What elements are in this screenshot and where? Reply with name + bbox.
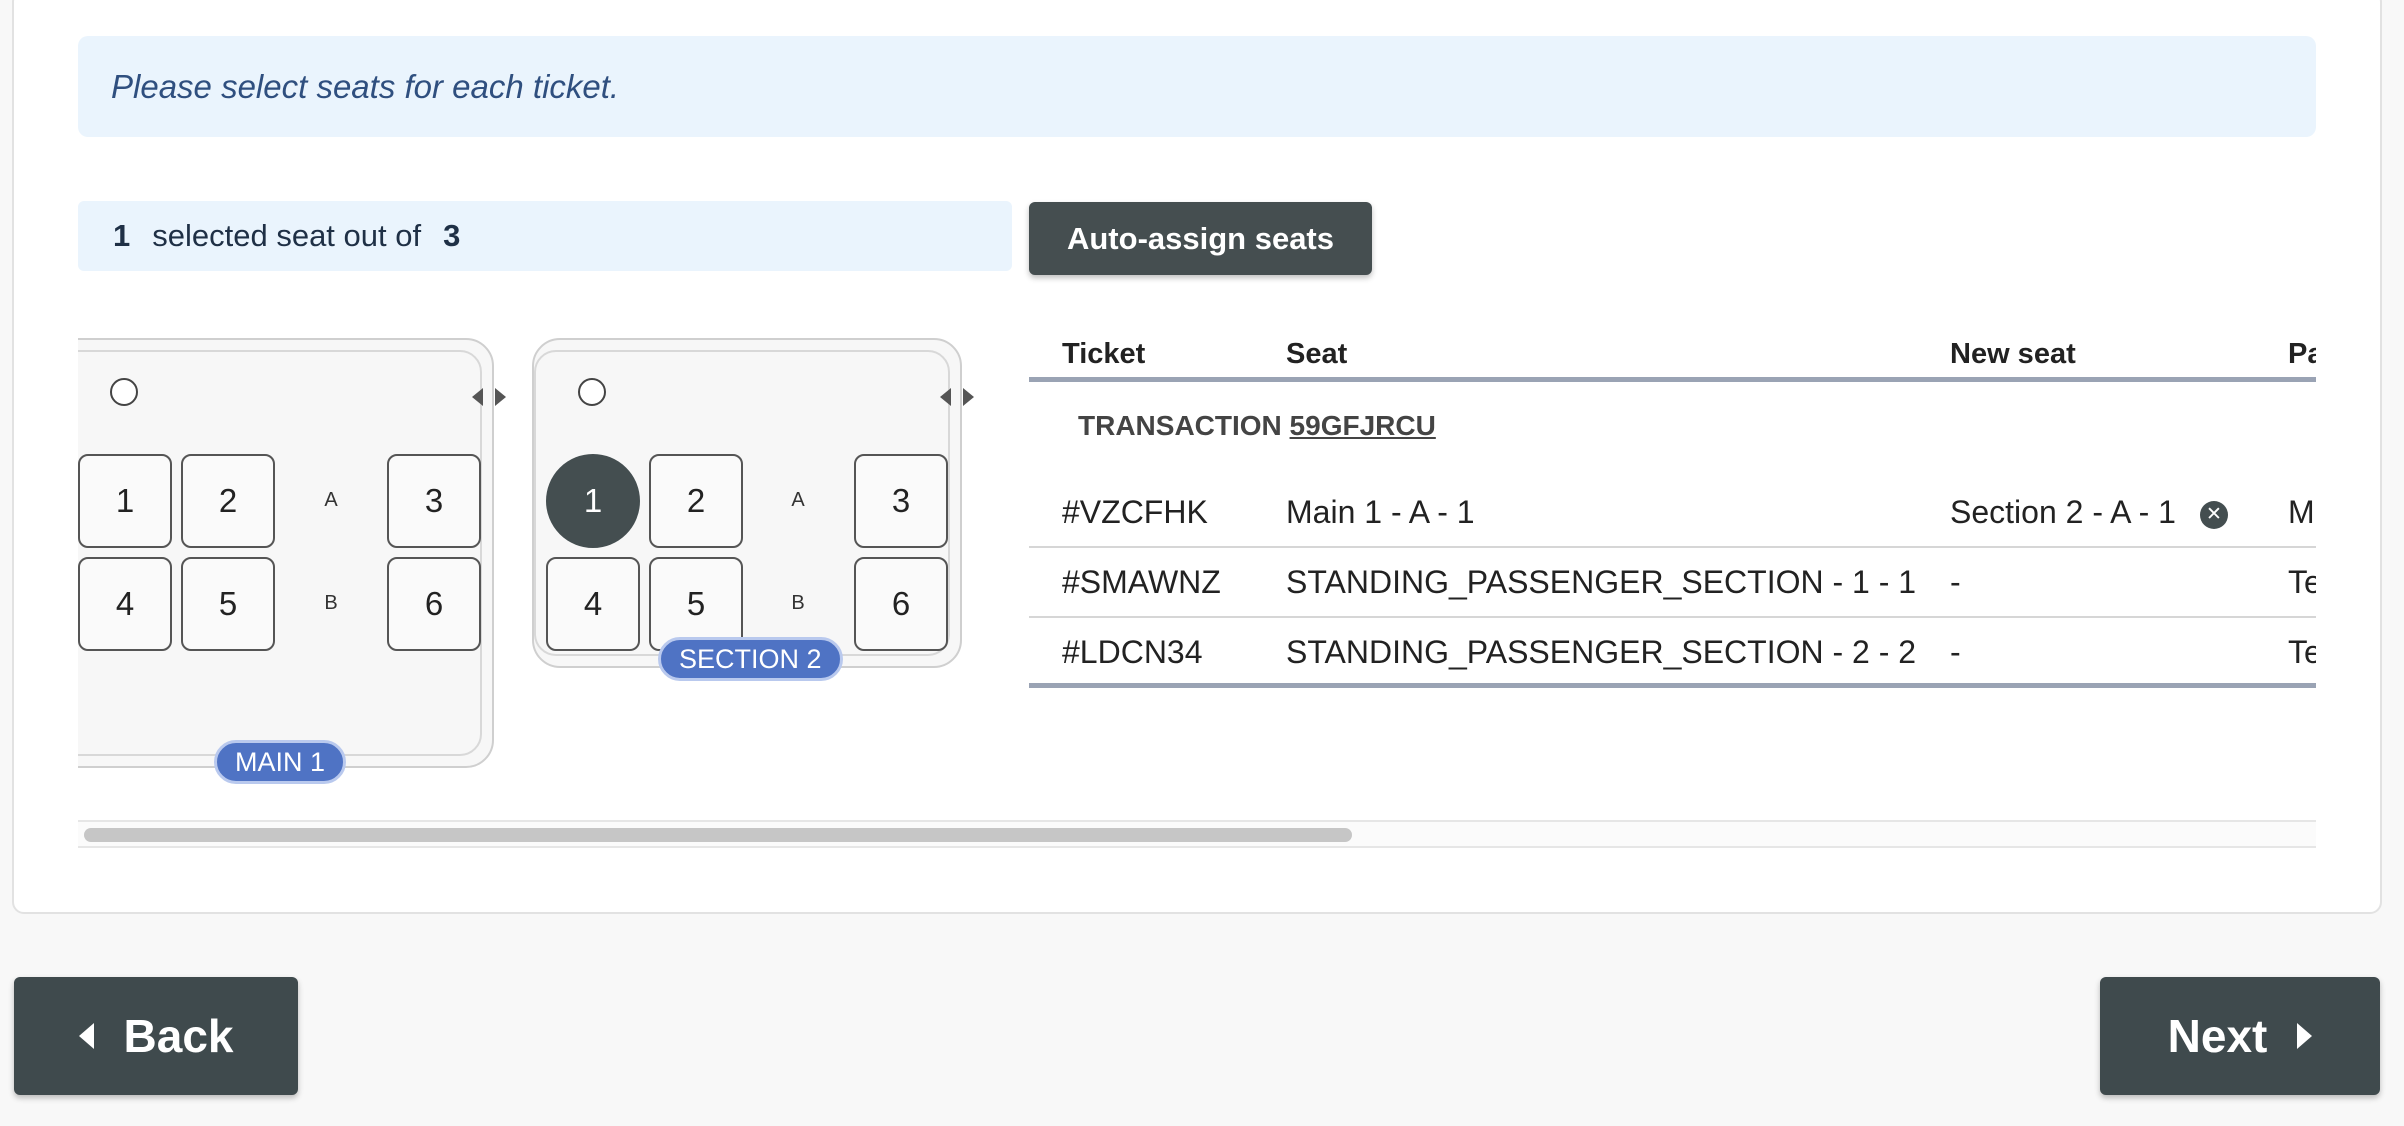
- table-header: Ticket Seat New seat Pa: [1029, 330, 2316, 382]
- ticket-table: Ticket Seat New seat Pa TRANSACTION 59GF…: [1029, 330, 2316, 700]
- transaction-code-link[interactable]: 59GFJRCU: [1290, 410, 1436, 441]
- row-label-a: A: [324, 489, 338, 511]
- seat-section-2-a-1[interactable]: 1: [546, 454, 640, 548]
- new-seat-text: Section 2 - A - 1: [1950, 494, 2176, 530]
- seat-main-1-a-1[interactable]: 1: [78, 454, 172, 548]
- row-label-b: B: [324, 592, 338, 614]
- seat-value: Main 1 - A - 1: [1286, 494, 1475, 530]
- seat-value: STANDING_PASSENGER_SECTION - 2 - 2: [1286, 634, 1917, 670]
- transaction-heading: TRANSACTION 59GFJRCU: [1078, 410, 1436, 442]
- counter-text: selected seat out of: [152, 218, 422, 253]
- arrow-right-icon: [963, 388, 974, 406]
- caret-right-icon: [2297, 1023, 2313, 1049]
- seat-counter: 1 selected seat out of 3: [78, 201, 1012, 271]
- caret-left-icon: [78, 1023, 94, 1049]
- next-button[interactable]: Next: [2100, 977, 2380, 1095]
- ticket-id: #SMAWNZ: [1062, 564, 1221, 600]
- col-ticket: Ticket: [1062, 338, 1146, 370]
- row-label-a: A: [791, 489, 805, 511]
- extra-value: M: [2288, 494, 2315, 530]
- horizontal-scrollbar[interactable]: [78, 820, 2316, 848]
- seat-value: STANDING_PASSENGER_SECTION - 1 - 1: [1286, 564, 1917, 600]
- extra-value: Te: [2288, 634, 2316, 670]
- times-circle-icon[interactable]: ✕: [2199, 500, 2228, 529]
- selected-count: 1: [113, 218, 131, 253]
- new-seat-value: Section 2 - A - 1 ✕: [1950, 494, 2228, 531]
- section-main-1: [78, 338, 494, 768]
- seat-main-1-a-3[interactable]: 3: [387, 454, 481, 548]
- scrollbar-thumb[interactable]: [84, 828, 1352, 842]
- ticket-id: #LDCN34: [1062, 634, 1203, 670]
- table-row: #LDCN34 STANDING_PASSENGER_SECTION - 2 -…: [1029, 618, 2316, 688]
- seat-main-1-b-5[interactable]: 5: [181, 557, 275, 651]
- back-button[interactable]: Back: [14, 977, 298, 1095]
- table-row: #VZCFHK Main 1 - A - 1 Section 2 - A - 1…: [1029, 478, 2316, 548]
- arrow-left-icon: [940, 388, 951, 406]
- new-seat-value: -: [1950, 634, 1961, 670]
- seat-section-2-a-2[interactable]: 2: [649, 454, 743, 548]
- seat-section-2-a-3[interactable]: 3: [854, 454, 948, 548]
- col-pa: Pa: [2288, 338, 2316, 370]
- col-seat: Seat: [1286, 338, 1348, 370]
- section-2-badge: SECTION 2: [658, 637, 843, 681]
- seat-map[interactable]: 1 2 A 3 4 5 B 6 MAIN 1 1 2 A 3 4 5 B 6 S…: [78, 330, 1018, 790]
- section-main-1-radio[interactable]: [110, 378, 138, 406]
- extra-value: Te: [2288, 564, 2316, 600]
- info-message: Please select seats for each ticket.: [78, 36, 2316, 137]
- seat-section-2-b-4[interactable]: 4: [546, 557, 640, 651]
- seat-main-1-b-6[interactable]: 6: [387, 557, 481, 651]
- ticket-id: #VZCFHK: [1062, 494, 1208, 530]
- section-2-resize-handle[interactable]: [940, 386, 974, 408]
- new-seat-value: -: [1950, 564, 1961, 600]
- arrow-left-icon: [472, 388, 483, 406]
- table-row: #SMAWNZ STANDING_PASSENGER_SECTION - 1 -…: [1029, 548, 2316, 618]
- seat-main-1-a-2[interactable]: 2: [181, 454, 275, 548]
- section-main-1-resize-handle[interactable]: [472, 386, 506, 408]
- transaction-label: TRANSACTION: [1078, 410, 1282, 441]
- seat-main-1-b-4[interactable]: 4: [78, 557, 172, 651]
- col-new-seat: New seat: [1950, 338, 2076, 370]
- row-label-b: B: [791, 592, 805, 614]
- total-count: 3: [443, 218, 461, 253]
- back-label: Back: [123, 1010, 234, 1062]
- seat-section-2-b-6[interactable]: 6: [854, 557, 948, 651]
- next-label: Next: [2167, 1010, 2268, 1062]
- section-main-1-badge: MAIN 1: [214, 740, 347, 784]
- auto-assign-button[interactable]: Auto-assign seats: [1029, 202, 1372, 275]
- arrow-right-icon: [495, 388, 506, 406]
- section-2-radio[interactable]: [578, 378, 606, 406]
- info-message-text: Please select seats for each ticket.: [111, 67, 620, 105]
